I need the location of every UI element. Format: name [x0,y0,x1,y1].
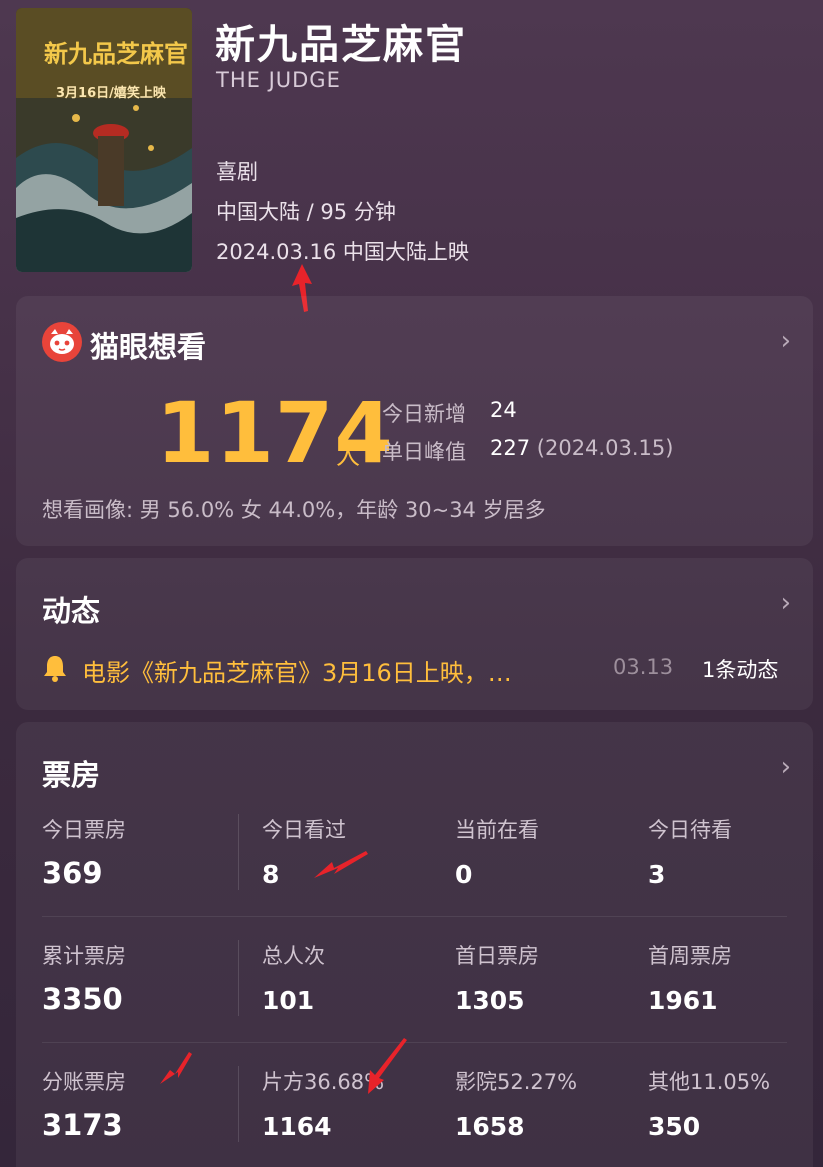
bo-firstday-label: 首日票房 [455,944,539,968]
want-header: 猫眼想看 [90,330,207,364]
bo-firstday-value: 1305 [455,986,525,1015]
column-divider [238,940,239,1016]
bo-producer-label: 片方36.68% [262,1070,385,1094]
bo-total-value: 3350 [42,982,123,1016]
box-office-card[interactable]: 票房 › 今日票房 369 今日看过 8 当前在看 0 今日待看 3 累计票房 … [16,722,813,1167]
movie-region-duration: 中国大陆 / 95 分钟 [216,200,396,224]
want-profile: 想看画像: 男 56.0% 女 44.0%，年龄 30~34 岁居多 [42,498,546,522]
bo-today-value: 369 [42,856,103,890]
column-divider [238,1066,239,1142]
bo-split-value: 3173 [42,1108,123,1142]
news-text[interactable]: 电影《新九品芝麻官》3月16日上映，… [82,653,592,688]
chevron-right-icon[interactable]: › [781,326,791,356]
bo-cinema-value: 1658 [455,1112,525,1141]
poster-title: 新九品芝麻官 [44,39,188,68]
bo-firstweek-value: 1961 [648,986,718,1015]
movie-release: 2024.03.16 中国大陆上映 [216,240,469,264]
news-count[interactable]: 1条动态 [702,654,778,684]
bo-towatch-value: 3 [648,860,666,889]
movie-poster[interactable]: 新九品芝麻官 3月16日/嬉笑上映 [16,8,192,272]
row-divider [42,916,787,917]
peak-label: 单日峰值 [382,440,466,464]
bo-other-value: 350 [648,1112,701,1141]
row-divider [42,1042,787,1043]
bo-today-label: 今日票房 [42,818,126,842]
bo-total-label: 累计票房 [42,944,126,968]
peak-date: (2024.03.15) [536,436,674,460]
bo-split-label: 分账票房 [42,1070,126,1094]
peak-value: 227 (2024.03.15) [490,436,673,460]
bo-other-label: 其他11.05% [648,1070,771,1094]
today-new-value: 24 [490,398,517,422]
movie-title: 新九品芝麻官 [215,22,467,68]
bell-icon [44,656,66,682]
news-card[interactable]: 动态 › 电影《新九品芝麻官》3月16日上映，… 03.13 1条动态 [16,558,813,710]
bo-towatch-label: 今日待看 [648,818,732,842]
bo-watching-label: 当前在看 [455,818,539,842]
poster-date: 3月16日/嬉笑上映 [56,86,166,101]
bo-watched-label: 今日看过 [262,818,346,842]
bo-admissions-value: 101 [262,986,315,1015]
bo-producer-value: 1164 [262,1112,332,1141]
chevron-right-icon[interactable]: › [781,588,791,618]
bo-admissions-label: 总人次 [262,944,325,968]
want-unit: 人 [336,442,360,470]
news-header: 动态 [42,594,101,628]
bo-firstweek-label: 首周票房 [648,944,732,968]
want-card[interactable]: 猫眼想看 › 1174 人 今日新增 24 单日峰值 227 (2024.03.… [16,296,813,546]
news-date: 03.13 [613,655,674,679]
bo-watched-value: 8 [262,860,280,889]
column-divider [238,814,239,890]
maoyan-cat-logo-icon [42,322,82,362]
movie-english-title: THE JUDGE [216,68,341,92]
box-office-header: 票房 [42,758,101,792]
movie-genre: 喜剧 [216,160,258,184]
bo-cinema-label: 影院52.27% [455,1070,578,1094]
chevron-right-icon[interactable]: › [781,752,791,782]
bo-watching-value: 0 [455,860,473,889]
today-new-label: 今日新增 [382,402,466,426]
peak-count: 227 [490,436,531,460]
